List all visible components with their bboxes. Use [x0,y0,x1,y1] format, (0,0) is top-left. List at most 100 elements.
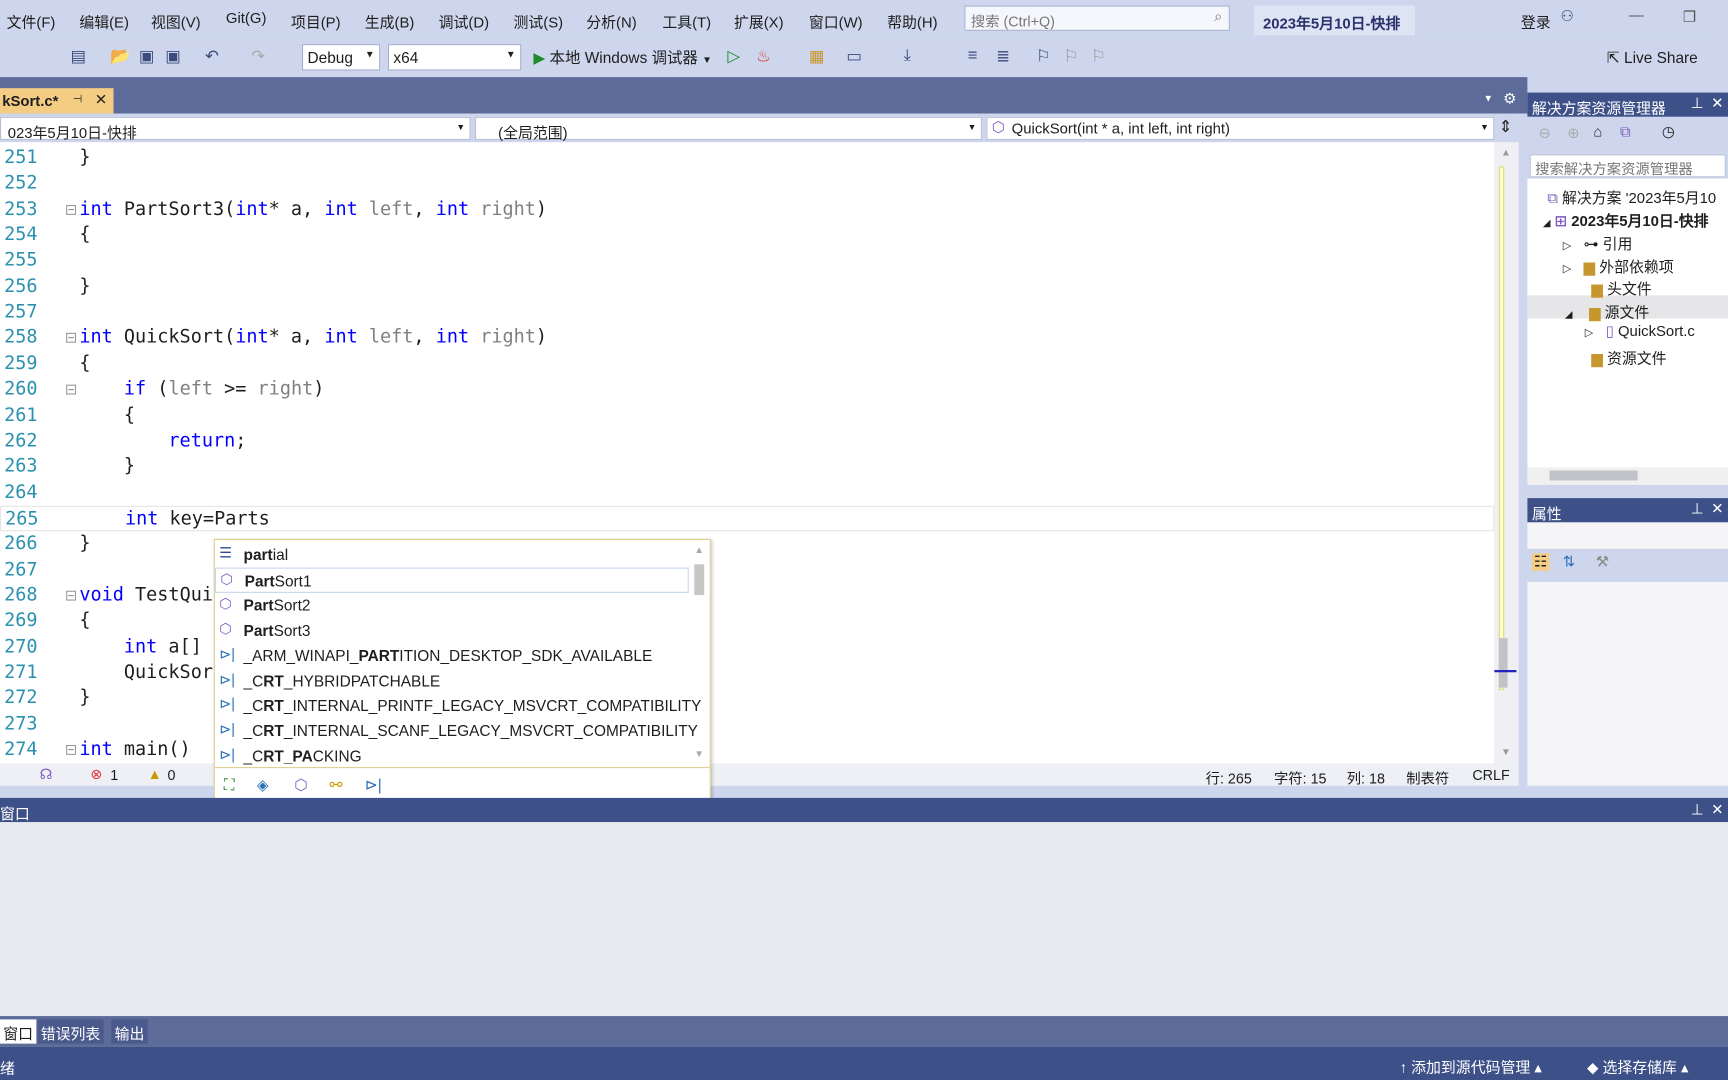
autocomplete-item[interactable]: ⬡ PartSort3 [215,618,689,643]
tab-output[interactable]: 输出 [111,1019,148,1044]
bottom-vertical-scrollbar[interactable] [1715,827,1728,1003]
alphabetical-icon[interactable]: ⇅ [1563,553,1575,571]
pin-icon[interactable]: ⊥ [1691,500,1704,518]
comment-icon[interactable]: ≡ [968,46,978,65]
undo-icon[interactable]: ↶ [205,46,219,66]
tree-item-source-files[interactable]: ◢ ▆ 源文件 [1565,300,1649,322]
menu-test[interactable]: 测试(S) [514,10,564,32]
minimize-button[interactable]: — [1629,7,1644,24]
autocomplete-item[interactable]: ⬡ PartSort2 [215,593,689,618]
select-repo-button[interactable]: ◆ 选择存储库 ▴ [1587,1055,1689,1077]
menu-file[interactable]: 文件(F) [7,10,56,32]
start-debugging-button[interactable]: ▶ 本地 Windows 调试器 ▼ [533,46,712,68]
tree-item-external-deps[interactable]: ▷ ▆ 外部依赖项 [1563,255,1674,277]
code-line[interactable]: 264 [0,480,1494,505]
close-icon[interactable]: ✕ [1711,95,1723,113]
redo-icon[interactable]: ↷ [251,46,265,66]
code-line[interactable]: 257 [0,300,1494,325]
hot-reload-icon[interactable]: ♨ [756,46,771,66]
tree-horizontal-scrollbar[interactable] [1527,467,1728,485]
fold-toggle-icon[interactable]: − [66,384,77,395]
home-icon[interactable]: ⌂ [1594,123,1603,140]
add-source-control-button[interactable]: ↑ 添加到源代码管理 ▴ [1400,1055,1542,1077]
filter-macros-icon[interactable]: ⊳| [365,776,382,795]
platform-dropdown[interactable]: x64 ▼ [387,44,522,71]
code-line[interactable]: 256} [0,274,1494,299]
eol-indicator[interactable]: CRLF [1472,767,1509,784]
code-line[interactable]: 260 − if (left >= right) [0,377,1494,402]
tree-item-solution[interactable]: ⧉ 解决方案 '2023年5月10 [1547,185,1716,207]
property-pages-icon[interactable]: ⚒ [1596,553,1609,571]
save-icon[interactable]: ▣ [139,46,155,66]
menu-analyze[interactable]: 分析(N) [586,10,636,32]
scope-dropdown[interactable]: (全局范围) ▼ [474,116,982,141]
menu-extensions[interactable]: 扩展(X) [734,10,784,32]
tab-dropdown-icon[interactable]: ▼ [1483,93,1493,104]
bookmark-icon[interactable]: ⚐ [1036,46,1051,66]
autocomplete-item[interactable]: ⊳| _ARM_WINAPI_PARTITION_DESKTOP_SDK_AVAI… [215,643,689,668]
code-line[interactable]: 261 { [0,403,1494,428]
member-dropdown[interactable]: ⬡ QuickSort(int * a, int left, int right)… [986,116,1495,140]
gear-icon[interactable]: ⚙ [1503,90,1516,108]
history-icon[interactable]: ◷ [1662,123,1675,141]
open-folder-icon[interactable]: 📂 [110,46,131,66]
code-line[interactable]: 263 } [0,454,1494,479]
menu-project[interactable]: 项目(P) [291,10,341,32]
autocomplete-item[interactable]: ⊳| _CRT_HYBRIDPATCHABLE [215,668,689,693]
scroll-thumb[interactable] [1549,470,1638,481]
solution-search-input[interactable]: 搜索解决方案资源管理器 [1529,154,1726,178]
menu-window[interactable]: 窗口(W) [809,10,863,32]
scroll-down-icon[interactable]: ▼ [694,748,704,759]
tabs-indicator[interactable]: 制表符 [1406,767,1449,788]
filter-variables-icon[interactable]: ◈ [257,776,269,795]
autocomplete-item[interactable]: ⊳| _CRT_INTERNAL_PRINTF_LEGACY_MSVCRT_COM… [215,694,701,719]
pin-icon[interactable]: ⊥ [1691,95,1704,113]
fold-toggle-icon[interactable]: − [66,745,77,755]
line-indicator[interactable]: 行: 265 [1206,767,1252,788]
save-all-icon[interactable]: ▣ [165,46,181,66]
col-indicator[interactable]: 列: 18 [1347,767,1385,788]
warning-icon[interactable]: ▲ [148,766,162,783]
menu-build[interactable]: 生成(B) [365,10,415,32]
tab-quicksort-c[interactable]: kSort.c* ⊣ ✕ [0,88,114,115]
configuration-dropdown[interactable]: Debug ▼ [301,44,381,71]
code-line[interactable]: 265 int key=Parts [0,505,1495,532]
autocomplete-item[interactable]: ⬡ PartSort1 [214,567,689,593]
find-in-files-icon[interactable]: ▦ [809,46,825,66]
pin-icon[interactable]: ⊥ [1691,801,1704,819]
step-icon[interactable]: ⤓ [904,46,911,65]
error-count[interactable]: 1 [110,767,118,784]
tree-item-project[interactable]: ◢ ⊞ 2023年5月10日-快排 [1543,208,1709,230]
scroll-up-icon[interactable]: ▲ [694,544,704,555]
menu-view[interactable]: 视图(V) [151,10,201,32]
close-icon[interactable]: ✕ [95,91,107,109]
tab-error-list[interactable]: 错误列表 [37,1019,104,1044]
tree-item-references[interactable]: ▷ ⊶ 引用 [1563,231,1633,253]
fold-toggle-icon[interactable]: − [66,590,77,601]
scroll-thumb[interactable] [694,564,705,596]
scroll-down-icon[interactable]: ▼ [1501,746,1511,757]
autocomplete-item[interactable]: ☰ partial [215,542,689,567]
uncomment-icon[interactable]: ≣ [996,46,1010,66]
editor-vertical-scrollbar[interactable]: ▲ ▼ [1494,142,1519,764]
menu-help[interactable]: 帮助(H) [887,10,937,32]
menu-git[interactable]: Git(G) [226,10,266,27]
code-line[interactable]: 255 [0,248,1494,273]
fold-toggle-icon[interactable]: − [66,204,77,215]
categorized-icon[interactable]: ☷ [1531,553,1550,571]
warning-count[interactable]: 0 [168,767,176,784]
account-icon[interactable]: ⚇ [1560,8,1573,26]
autocomplete-item[interactable]: ⊳| _CRT_INTERNAL_SCANF_LEGACY_MSVCRT_COMP… [215,719,698,744]
split-editor-icon[interactable]: ⇕ [1499,117,1513,137]
autocomplete-item[interactable]: ⊳| _CRT_PACKING [215,744,689,769]
intellicode-icon[interactable]: ☊ [40,766,53,784]
filter-functions-icon[interactable]: ⬡ [294,776,307,795]
restore-button[interactable]: ❐ [1683,9,1696,27]
tab-window[interactable]: 窗口 [0,1019,37,1044]
prev-bookmark-icon[interactable]: ⚐ [1063,46,1078,66]
error-icon[interactable]: ⊗ [90,766,102,784]
scroll-thumb[interactable] [1498,638,1508,688]
search-input[interactable]: 搜索 (Ctrl+Q) ⌕ [964,5,1230,31]
close-icon[interactable]: ✕ [1711,801,1723,819]
code-line[interactable]: 258 − int QuickSort(int* a, int left, int … [0,326,1494,351]
